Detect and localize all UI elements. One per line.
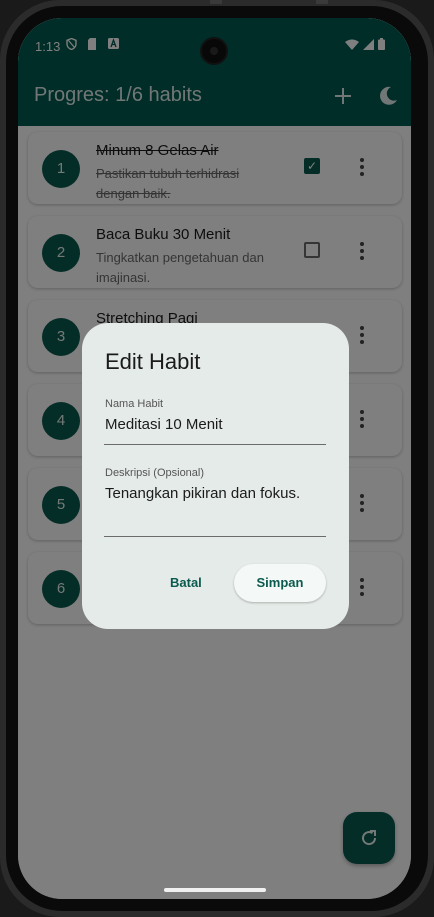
habit-name-label: Nama Habit (105, 398, 164, 410)
save-button[interactable]: Simpan (234, 564, 326, 602)
habit-description-label: Deskripsi (Opsional) (105, 467, 205, 479)
habit-name-underline (104, 444, 326, 445)
dialog-title: Edit Habit (105, 349, 201, 374)
cancel-button[interactable]: Batal (170, 575, 202, 590)
phone-top-button-2 (316, 0, 328, 4)
edit-habit-dialog: Edit Habit Nama Habit Meditasi 10 Menit … (82, 323, 349, 629)
phone-top-button (210, 0, 222, 4)
screen: 1:13 Progres: 1/6 habits 1 Minum 8 Gelas… (18, 18, 411, 899)
home-indicator[interactable] (164, 888, 266, 892)
habit-description-input[interactable]: Tenangkan pikiran dan fokus. (105, 485, 300, 502)
habit-description-underline (104, 536, 326, 537)
habit-name-input[interactable]: Meditasi 10 Menit (105, 416, 223, 433)
